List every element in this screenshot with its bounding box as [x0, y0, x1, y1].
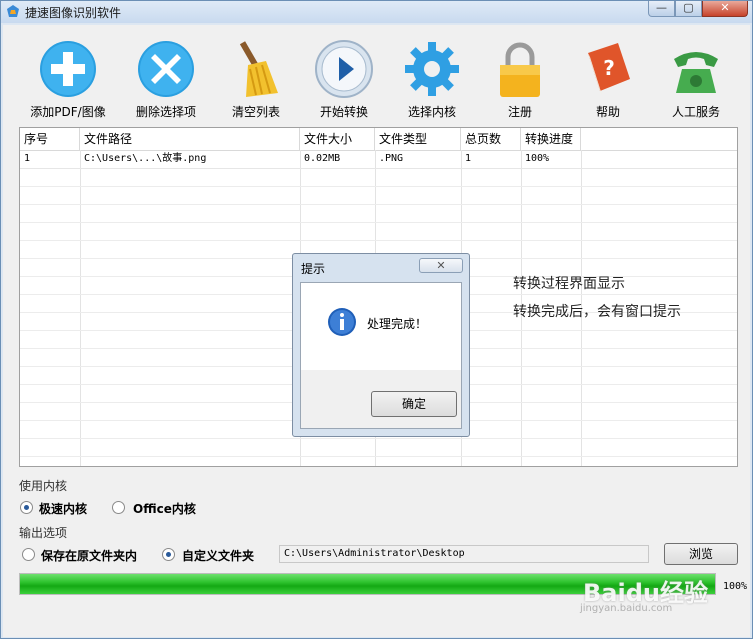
- annotation-line-1: 转换过程界面显示: [513, 276, 625, 292]
- column-header-pages[interactable]: 总页数: [461, 128, 521, 150]
- lock-icon: [500, 42, 540, 97]
- row-divider: [20, 240, 737, 241]
- row-divider: [20, 186, 737, 187]
- clear-list-button[interactable]: 清空列表: [211, 35, 301, 123]
- cell-path: C:\Users\...\故事.png: [84, 153, 207, 164]
- app-logo-icon: [7, 5, 19, 17]
- column-header-type[interactable]: 文件类型: [375, 128, 461, 150]
- toolbar-label: 人工服务: [671, 105, 720, 119]
- column-header-progress[interactable]: 转换进度: [521, 128, 581, 150]
- add-icon: [40, 41, 96, 97]
- help-book-icon: ?: [588, 43, 630, 95]
- output-section-label: 输出选项: [19, 526, 68, 540]
- cell-index: 1: [24, 153, 31, 164]
- toolbar: 添加PDF/图像 删除选择项 清空列表 开始转换 选择内核 注册 ? 帮助 人工…: [3, 25, 750, 123]
- annotation-line-2: 转换完成后，会有窗口提示: [513, 304, 681, 320]
- kernel-office-radio[interactable]: [112, 501, 125, 514]
- custom-folder-radio[interactable]: [162, 548, 175, 561]
- window-title: 捷速图像识别软件: [25, 6, 122, 20]
- dialog-title: 提示: [301, 262, 326, 276]
- phone-icon: [674, 52, 718, 93]
- custom-folder-label[interactable]: 自定义文件夹: [182, 547, 254, 564]
- browse-button[interactable]: 浏览: [664, 543, 738, 565]
- toolbar-label: 注册: [507, 105, 532, 119]
- broom-icon: [239, 41, 278, 97]
- kernel-section-label: 使用内核: [19, 479, 68, 493]
- column-header-path[interactable]: 文件路径: [80, 128, 300, 150]
- kernel-fast-radio[interactable]: [20, 501, 33, 514]
- toolbar-label: 帮助: [595, 105, 620, 119]
- title-bar[interactable]: 捷速图像识别软件 — ▢ ✕: [1, 1, 752, 23]
- table-row[interactable]: 1 C:\Users\...\故事.png 0.02MB .PNG 1 100%: [20, 150, 737, 169]
- watermark-url: jingyan.baidu.com: [580, 603, 673, 614]
- toolbar-label: 开始转换: [319, 105, 368, 119]
- cell-pages: 1: [465, 153, 472, 164]
- save-original-folder-radio[interactable]: [22, 548, 35, 561]
- manual-service-button[interactable]: 人工服务: [651, 35, 741, 123]
- select-kernel-button[interactable]: 选择内核: [387, 35, 477, 123]
- app-window: 捷速图像识别软件 — ▢ ✕ 添加PDF/图像 删除选择项 清空列表 开始转换 …: [0, 0, 753, 639]
- kernel-office-label[interactable]: Office内核: [133, 500, 196, 517]
- row-divider: [20, 222, 737, 223]
- progress-percent: 100%: [723, 581, 748, 592]
- register-button[interactable]: 注册: [475, 35, 565, 123]
- cell-size: 0.02MB: [304, 153, 341, 164]
- minimize-button[interactable]: —: [648, 1, 675, 17]
- dialog-message: 处理完成！: [367, 317, 428, 331]
- output-path-field[interactable]: C:\Users\Administrator\Desktop: [279, 545, 649, 563]
- add-pdf-image-button[interactable]: 添加PDF/图像: [23, 35, 113, 123]
- column-divider: [80, 150, 81, 466]
- dialog-body: 处理完成！ 确定: [300, 282, 462, 429]
- table-header: 序号 文件路径 文件大小 文件类型 总页数 转换进度: [20, 128, 737, 151]
- kernel-fast-label[interactable]: 极速内核: [39, 500, 87, 517]
- play-icon: [315, 40, 373, 98]
- column-header-index[interactable]: 序号: [20, 128, 80, 150]
- row-divider: [20, 456, 737, 457]
- start-conversion-button[interactable]: 开始转换: [299, 35, 389, 123]
- save-original-folder-label[interactable]: 保存在原文件夹内: [41, 547, 137, 564]
- maximize-button[interactable]: ▢: [675, 1, 702, 17]
- row-divider: [20, 438, 737, 439]
- gear-icon: [405, 42, 459, 96]
- toolbar-label: 清空列表: [231, 105, 280, 119]
- row-divider: [20, 204, 737, 205]
- cell-type: .PNG: [379, 153, 404, 164]
- client-area: 添加PDF/图像 删除选择项 清空列表 开始转换 选择内核 注册 ? 帮助 人工…: [3, 25, 750, 637]
- close-button[interactable]: ✕: [702, 1, 748, 17]
- help-button[interactable]: ? 帮助: [563, 35, 653, 123]
- completion-dialog: 提示 ✕ 处理完成！ 确定: [292, 253, 470, 437]
- column-header-size[interactable]: 文件大小: [300, 128, 375, 150]
- delete-icon: [138, 41, 194, 97]
- toolbar-label: 删除选择项: [135, 105, 196, 119]
- toolbar-label: 添加PDF/图像: [30, 105, 106, 119]
- delete-selection-button[interactable]: 删除选择项: [121, 35, 211, 123]
- ok-button[interactable]: 确定: [371, 391, 457, 417]
- info-icon: [328, 308, 356, 336]
- svg-text:?: ?: [603, 56, 615, 80]
- toolbar-label: 选择内核: [407, 105, 456, 119]
- dialog-close-button[interactable]: ✕: [419, 258, 463, 273]
- cell-progress: 100%: [525, 153, 550, 164]
